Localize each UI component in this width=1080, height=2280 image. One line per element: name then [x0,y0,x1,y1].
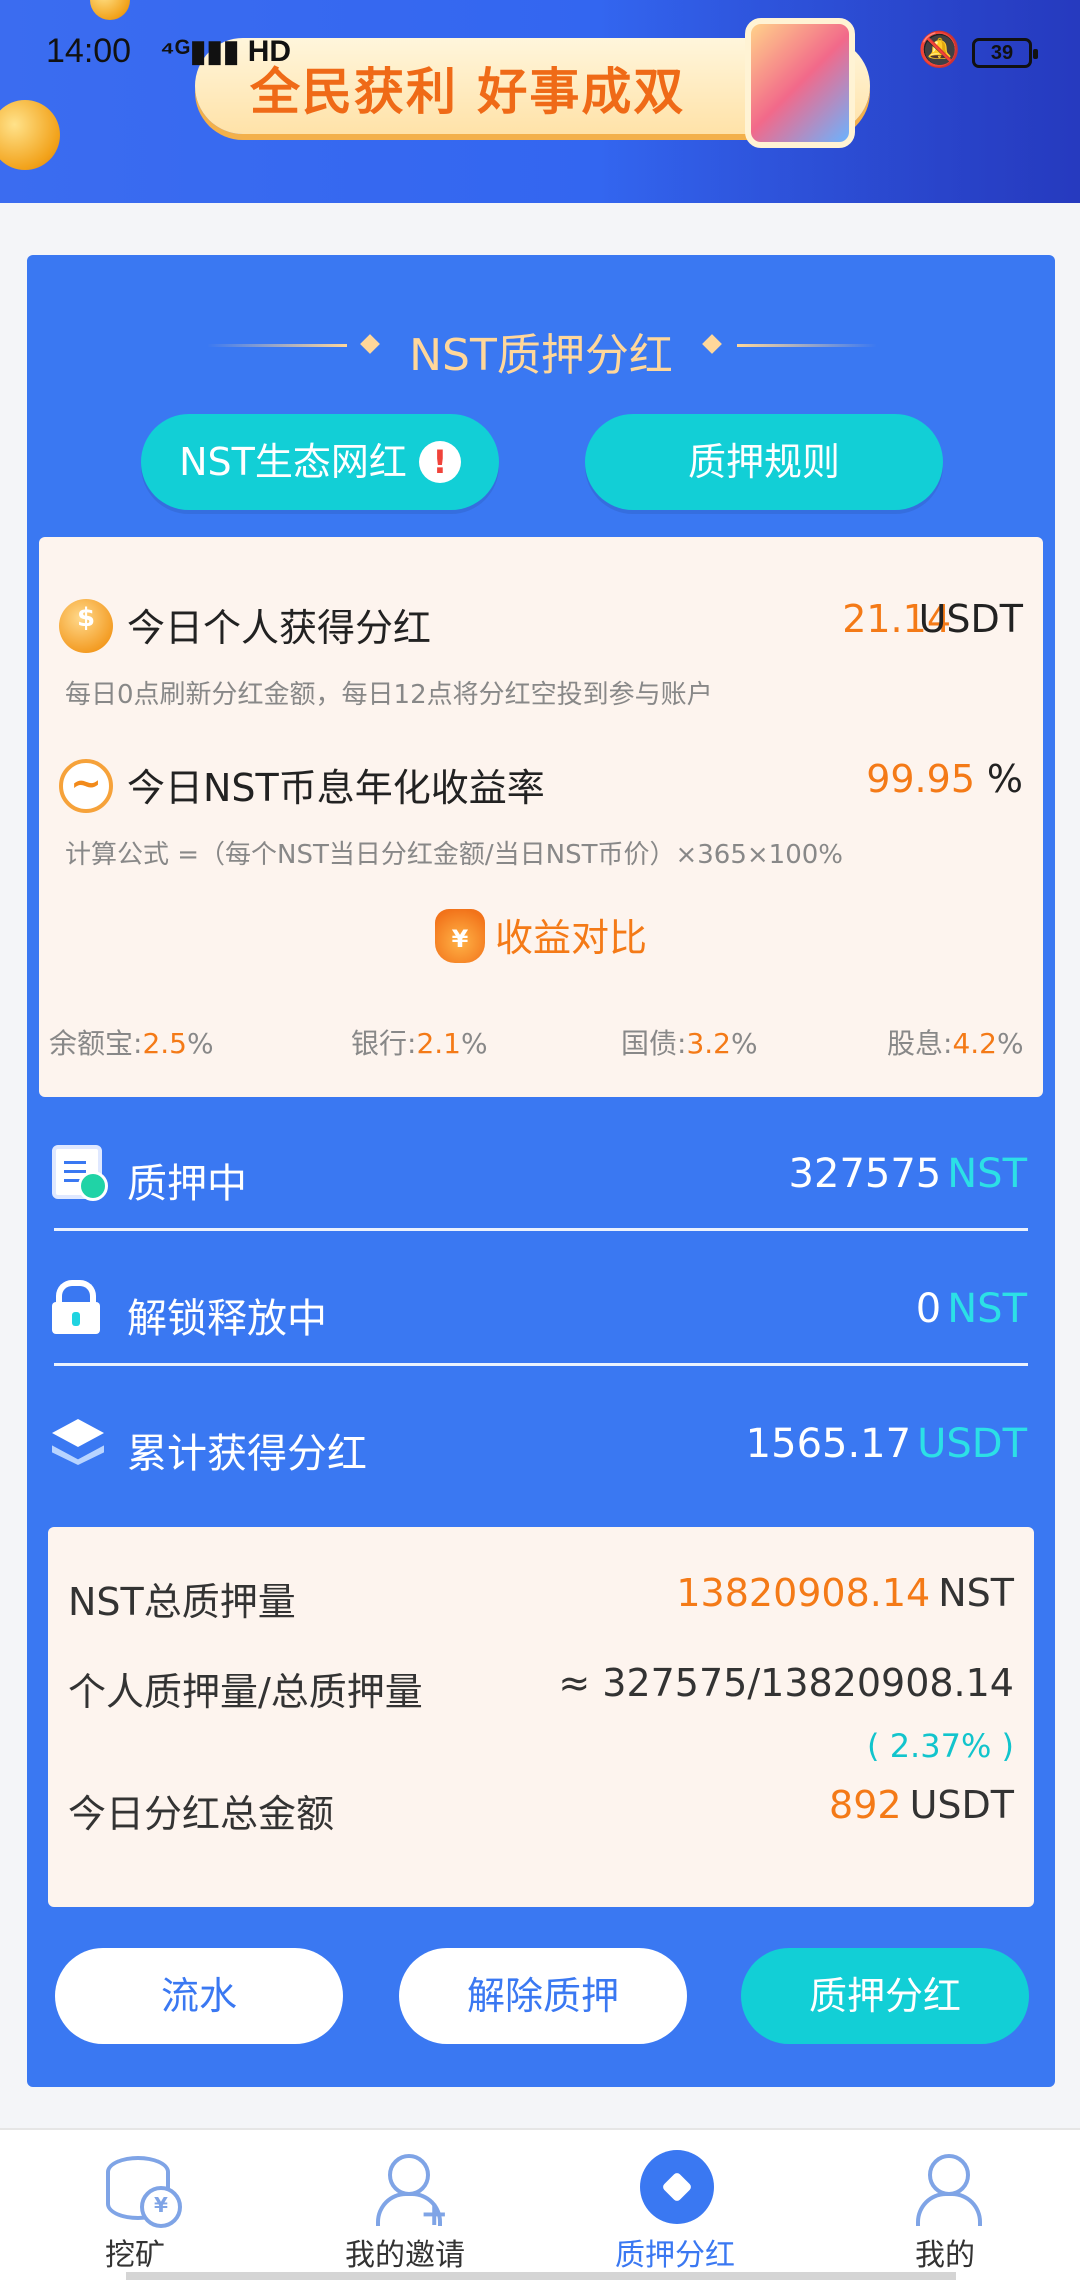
personal-dividend-label: 今日个人获得分红 [127,606,432,650]
dividend-info-panel: 今日个人获得分红 21.14 USDT 每日0点刷新分红金额，每日12点将分红空… [39,537,1043,1097]
rate-name: 银行: [351,1027,417,1060]
tab-label: 质押分红 [615,2238,735,2273]
card-title-row: NST质押分红 [27,315,1055,381]
rate-dividend: 股息:4.2% [887,1022,1024,1062]
rate-value: 2.5 [142,1027,187,1060]
tab-label: 挖矿 [105,2238,165,2273]
staking-value: 327575 NST [789,1151,1027,1197]
status-bar: 14:00 ⁴ᴳ▮▮▮ HD 🔕 39 [0,26,1080,86]
apy-unit: % [986,757,1023,801]
bottom-tab-bar: 挖矿 + 我的邀请 质押分红 我的 [0,2128,1080,2280]
stake-dividend-card: NST质押分红 NST生态网红! 质押规则 今日个人获得分红 21.14 USD… [27,255,1055,2087]
coin-stack-icon [100,2150,182,2228]
rate-value: 3.2 [686,1027,731,1060]
total-stake-unit: NST [938,1571,1014,1615]
rate-bank: 银行:2.1% [351,1022,488,1062]
warning-icon: ! [418,440,461,483]
personal-dividend-note: 每日0点刷新分红金额，每日12点将分红空投到参与账户 [65,680,713,710]
rate-bond: 国债:3.2% [621,1022,758,1062]
rate-value: 2.1 [416,1027,461,1060]
unlocking-value: 0 NST [916,1286,1027,1332]
unlocking-row[interactable]: 解锁释放中 0 NST [27,1248,1055,1368]
total-stake-value: 13820908.14 NST [676,1571,1014,1615]
today-total-amount: 892 [829,1783,902,1827]
layers-icon [52,1415,104,1469]
rate-name: 国债: [621,1027,687,1060]
tab-mine[interactable]: 我的 [810,2130,1080,2280]
stake-ratio-value: ≈ 327575/13820908.14 [558,1661,1014,1705]
money-bag-icon: ¥ [434,908,485,963]
today-total-unit: USDT [909,1783,1014,1827]
total-stake-label: NST总质押量 [68,1580,296,1624]
unlocking-unit: NST [947,1286,1027,1332]
nst-influencer-button[interactable]: NST生态网红! [141,414,499,510]
user-icon [910,2150,984,2226]
user-add-icon: + [370,2150,449,2234]
staking-amount: 327575 [788,1151,942,1197]
staking-row[interactable]: 质押中 327575 NST [27,1113,1055,1233]
stake-ratio-label: 个人质押量/总质押量 [68,1670,423,1714]
stake-ratio-percent: ( 2.37% ) [867,1727,1014,1765]
staking-unit: NST [947,1151,1027,1197]
signal-icon: ⁴ᴳ▮▮▮ HD [160,35,292,68]
apy-value: 99.95 [866,757,975,801]
apy-formula-note: 计算公式 =（每个NST当日分红金额/当日NST币价）×365×100% [65,840,844,870]
coin-decoration [90,0,130,20]
vibrate-icon: 🔕 [918,31,961,69]
yield-compare-label: 收益对比 [494,916,647,960]
flow-button[interactable]: 流水 [55,1948,343,2044]
rate-unit: % [996,1027,1024,1060]
unstake-button[interactable]: 解除质押 [399,1948,687,2044]
stake-rules-button[interactable]: 质押规则 [585,414,943,510]
cumulative-dividend-value: 1565.17 USDT [746,1421,1027,1467]
rate-yuebao: 余额宝:2.5% [49,1022,214,1062]
staking-label: 质押中 [127,1161,247,1207]
row-divider [54,1228,1028,1231]
cumulative-dividend-label: 累计获得分红 [127,1431,367,1477]
unlocking-amount: 0 [915,1286,942,1332]
document-clock-icon [52,1145,108,1201]
coin-decoration [0,100,60,170]
rate-unit: % [460,1027,488,1060]
rate-value: 4.2 [952,1027,997,1060]
diamond-icon [640,2150,714,2224]
nst-influencer-label: NST生态网红 [179,440,407,484]
gesture-bar [126,2272,956,2280]
tab-stake-dividend[interactable]: 质押分红 [540,2130,810,2280]
battery-icon: 39 [972,38,1038,68]
yield-compare-button[interactable]: ¥ 收益对比 [39,907,1043,963]
unlocking-label: 解锁释放中 [127,1296,327,1342]
cumulative-amount: 1565.17 [745,1421,912,1467]
tab-label: 我的邀请 [345,2238,465,2273]
tab-mining[interactable]: 挖矿 [0,2130,270,2280]
apy-label: 今日NST币息年化收益率 [127,766,545,810]
cumulative-unit: USDT [917,1421,1027,1467]
tab-invitations[interactable]: + 我的邀请 [270,2130,540,2280]
cumulative-dividend-row[interactable]: 累计获得分红 1565.17 USDT [27,1383,1055,1503]
unlock-icon [52,1280,102,1334]
coin-icon [59,599,113,653]
title-line-right [737,344,877,347]
rate-unit: % [730,1027,758,1060]
rate-name: 股息: [887,1027,953,1060]
personal-dividend-unit: USDT [918,597,1023,641]
today-total-dividend-value: 892 USDT [829,1783,1014,1827]
trend-icon [59,759,113,813]
card-title: NST质押分红 [409,330,673,381]
tab-label: 我的 [915,2238,975,2273]
stake-summary-panel: NST总质押量 13820908.14 NST 个人质押量/总质押量 ≈ 3275… [48,1527,1034,1907]
rate-unit: % [186,1027,214,1060]
today-total-dividend-label: 今日分红总金额 [68,1792,335,1836]
status-time: 14:00 [46,32,132,70]
rate-name: 余额宝: [49,1027,143,1060]
stake-dividend-button[interactable]: 质押分红 [741,1948,1029,2044]
total-stake-amount: 13820908.14 [676,1571,931,1615]
row-divider [54,1363,1028,1366]
